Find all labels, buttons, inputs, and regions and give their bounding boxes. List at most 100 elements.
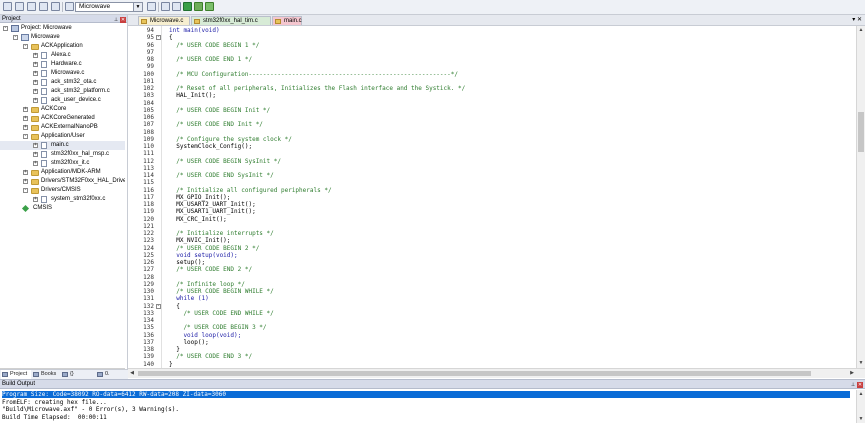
expand-icon[interactable]: +: [33, 152, 38, 157]
tree-item[interactable]: + ACKExternalNanoPB: [0, 123, 125, 132]
line-number: 131: [143, 295, 154, 303]
c-file-icon: [41, 61, 47, 68]
download-icon[interactable]: [65, 2, 74, 11]
collapse-icon[interactable]: -: [23, 134, 28, 139]
tree-item[interactable]: + system_stm32f0xx.c: [0, 195, 125, 204]
batch-build-icon[interactable]: [39, 2, 48, 11]
expand-icon[interactable]: +: [33, 89, 38, 94]
tree-item[interactable]: + Alexa.c: [0, 51, 125, 60]
close-icon[interactable]: ✕: [857, 17, 862, 23]
chevron-down-icon[interactable]: ▼: [133, 3, 142, 11]
pin-icon[interactable]: ⊥: [113, 17, 119, 23]
project-panel-tabs: Project Books {} Functio...0. Templat...: [0, 369, 130, 386]
editor-hscrollbar[interactable]: ◀ ▶: [128, 368, 865, 378]
project-panel-tab[interactable]: {} Functio...: [61, 370, 95, 386]
select-packs-icon[interactable]: [205, 2, 214, 11]
translate-icon[interactable]: [3, 2, 12, 11]
expand-icon[interactable]: +: [33, 80, 38, 85]
green-diamond-icon[interactable]: [183, 2, 192, 11]
editor-vscrollbar[interactable]: ▲ ▼: [856, 26, 865, 368]
tree-item[interactable]: + ack_stm32_platform.c: [0, 87, 125, 96]
scroll-left-icon[interactable]: ◀: [128, 369, 136, 377]
tree-item[interactable]: - Project: Microwave: [0, 24, 125, 33]
build-vscrollbar[interactable]: ▲ ▼: [856, 390, 865, 423]
tree-item[interactable]: + Application/MDK-ARM: [0, 168, 125, 177]
line-number: 126: [143, 259, 154, 266]
collapse-icon[interactable]: -: [23, 44, 28, 49]
code-editor[interactable]: int main(void){ /* USER CODE BEGIN 1 */ …: [162, 26, 856, 368]
scroll-thumb[interactable]: [858, 112, 864, 152]
scroll-down-icon[interactable]: ▼: [857, 359, 865, 367]
line-number: 127: [143, 266, 154, 274]
pack-installer-icon[interactable]: [194, 2, 203, 11]
tree-item[interactable]: + ACKCoreGenerated: [0, 114, 125, 123]
c-file-icon: [41, 79, 47, 86]
folder-icon: [31, 44, 39, 50]
expand-icon[interactable]: +: [33, 161, 38, 166]
rebuild-icon[interactable]: [27, 2, 36, 11]
tree-item-label: ACKCore: [41, 106, 67, 112]
editor-tab[interactable]: stm32f0xx_hal_tim.c: [191, 16, 271, 25]
tab-list-icon[interactable]: ▾: [852, 17, 855, 23]
code-line: setup();: [169, 259, 206, 266]
build-icon[interactable]: [15, 2, 24, 11]
fold-icon[interactable]: -: [156, 303, 161, 309]
c-file-icon: [194, 19, 200, 24]
code-line: void loop(void);: [169, 331, 242, 339]
c-file-icon: [41, 97, 47, 104]
expand-icon[interactable]: +: [23, 170, 28, 175]
line-number: 134: [143, 317, 154, 324]
file-extensions-icon[interactable]: [161, 2, 170, 11]
tab-label: Project: [10, 371, 28, 377]
tree-item[interactable]: + main.c: [0, 141, 125, 150]
close-icon[interactable]: ✕: [120, 17, 126, 23]
expand-icon[interactable]: +: [23, 116, 28, 121]
project-panel-tab[interactable]: Books: [32, 370, 60, 379]
manage-components-icon[interactable]: [172, 2, 181, 11]
pin-icon[interactable]: ⊥: [850, 382, 856, 388]
expand-icon[interactable]: +: [23, 179, 28, 184]
tree-item[interactable]: - Application/User: [0, 132, 125, 141]
stop-build-icon[interactable]: [51, 2, 60, 11]
fold-icon[interactable]: -: [156, 35, 161, 41]
tree-item[interactable]: - Microwave: [0, 33, 125, 42]
close-icon[interactable]: ✕: [857, 382, 863, 388]
tree-item[interactable]: - ACKApplication: [0, 42, 125, 51]
scroll-thumb[interactable]: [138, 371, 811, 376]
project-panel-tab[interactable]: Project: [1, 370, 31, 379]
expand-icon[interactable]: +: [33, 62, 38, 67]
target-select[interactable]: Microwave ▼: [75, 2, 143, 12]
collapse-icon[interactable]: -: [23, 188, 28, 193]
expand-icon[interactable]: +: [33, 71, 38, 76]
collapse-icon[interactable]: -: [13, 35, 18, 40]
project-panel-tab[interactable]: 0. Templat...: [96, 370, 130, 386]
expand-icon[interactable]: +: [33, 53, 38, 58]
tree-item[interactable]: + Hardware.c: [0, 60, 125, 69]
code-line: /* Infinite loop */: [169, 280, 245, 288]
scroll-up-icon[interactable]: ▲: [857, 26, 865, 34]
editor-tab[interactable]: main.c: [272, 16, 302, 25]
expand-icon[interactable]: +: [33, 98, 38, 103]
target-options-icon[interactable]: [147, 2, 156, 11]
scroll-up-icon[interactable]: ▲: [857, 390, 865, 398]
tree-item[interactable]: + Microwave.c: [0, 69, 125, 78]
editor-tab[interactable]: Microwave.c: [138, 16, 190, 25]
tree-item[interactable]: + ack_stm32_ota.c: [0, 78, 125, 87]
expand-icon[interactable]: +: [33, 143, 38, 148]
tree-item[interactable]: CMSIS: [0, 204, 125, 213]
tree-item[interactable]: + ack_user_device.c: [0, 96, 125, 105]
tab-icon: [97, 372, 103, 377]
line-number: 97: [146, 48, 154, 56]
expand-icon[interactable]: +: [23, 125, 28, 130]
tree-item[interactable]: - Drivers/CMSIS: [0, 186, 125, 195]
tree-item[interactable]: + stm32f0xx_hal_msp.c: [0, 150, 125, 159]
collapse-icon[interactable]: -: [3, 26, 8, 31]
scroll-right-icon[interactable]: ▶: [848, 369, 856, 377]
tree-item[interactable]: + ACKCore: [0, 105, 125, 114]
tree-item[interactable]: + stm32f0xx_it.c: [0, 159, 125, 168]
line-number: 139: [143, 353, 154, 361]
expand-icon[interactable]: +: [33, 197, 38, 202]
tree-item[interactable]: + Drivers/STM32F0xx_HAL_Driver: [0, 177, 125, 186]
expand-icon[interactable]: +: [23, 107, 28, 112]
line-number: 100: [143, 70, 154, 78]
